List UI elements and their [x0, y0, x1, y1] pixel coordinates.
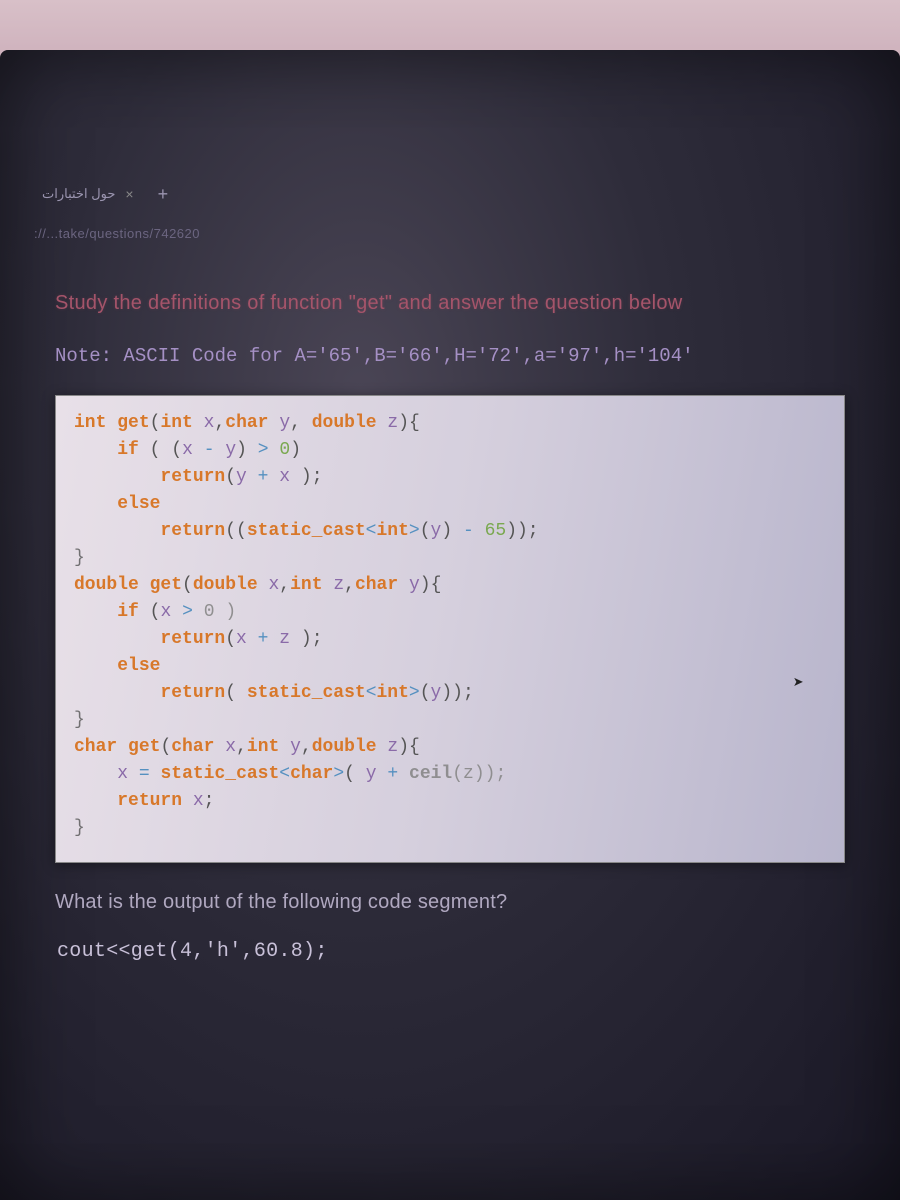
question-text: What is the output of the following code… [55, 891, 845, 914]
code-line: return( static_cast<int>(y)); [74, 680, 826, 707]
code-line: int get(int x,char y, double z){ [74, 410, 826, 437]
note-label: Note: [55, 345, 112, 367]
page-content: Study the definitions of function "get" … [20, 247, 880, 967]
ascii-note: Note: ASCII Code for A='65',B='66',H='72… [55, 345, 845, 367]
code-line: return(x + z ); [74, 626, 826, 653]
code-line: return x; [74, 788, 826, 815]
code-line: if ( (x - y) > 0) [74, 437, 826, 464]
mouse-cursor-icon: ➤ [793, 671, 804, 698]
monitor-screen: حول اختبارات × + ://...take/questions/74… [0, 50, 900, 1200]
tab-title: حول اختبارات [42, 186, 115, 202]
note-text: ASCII Code for A='65',B='66',H='72',a='9… [112, 345, 694, 367]
code-line: return(y + x ); [74, 464, 826, 491]
code-line: return((static_cast<int>(y) - 65)); [74, 518, 826, 545]
code-line: } [74, 815, 826, 842]
instruction-text: Study the definitions of function "get" … [55, 292, 845, 315]
intro-post: and answer the question below [392, 292, 682, 314]
code-line: else [74, 491, 826, 518]
new-tab-button[interactable]: + [158, 184, 169, 205]
address-bar[interactable]: ://...take/questions/742620 [20, 220, 880, 247]
intro-quoted: "get" [349, 292, 393, 314]
browser-tab[interactable]: حول اختبارات × [30, 180, 146, 208]
code-line: } [74, 707, 826, 734]
code-segment: cout<<get(4,'h',60.8); [55, 936, 845, 967]
browser-tab-bar: حول اختبارات × + [20, 180, 880, 208]
intro-pre: Study the definitions of function [55, 292, 349, 314]
code-box: int get(int x,char y, double z){ if ( (x… [55, 395, 845, 863]
code-line: } [74, 545, 826, 572]
code-line: if (x > 0 ) [74, 599, 826, 626]
code-line: char get(char x,int y,double z){ [74, 734, 826, 761]
code-line: double get(double x,int z,char y){ [74, 572, 826, 599]
code-line: x = static_cast<char>( y + ceil(z)); [74, 761, 826, 788]
close-icon[interactable]: × [125, 186, 133, 202]
code-line: else [74, 653, 826, 680]
